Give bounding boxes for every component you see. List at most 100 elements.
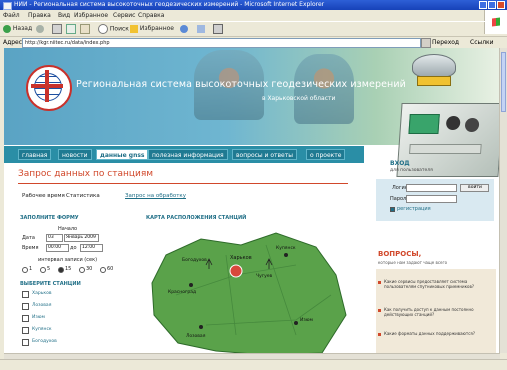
title-divider — [18, 183, 348, 184]
print-button[interactable] — [213, 24, 223, 34]
date-month-select[interactable]: Январь 2009 — [64, 234, 99, 242]
maximize-button[interactable] — [488, 1, 496, 9]
login-input[interactable] — [406, 184, 457, 192]
links-button[interactable]: Ссылки — [470, 38, 494, 47]
station-checkbox[interactable] — [22, 315, 29, 322]
stop-button[interactable] — [52, 24, 62, 34]
bullet-icon — [378, 309, 381, 312]
nav-home[interactable]: главная — [18, 149, 52, 160]
sidebar: ВХОД для пользователя Логин войти Пароль… — [372, 160, 500, 353]
interval-radio-60[interactable] — [100, 267, 106, 273]
site-title: Региональная система высокоточных геодез… — [76, 79, 406, 90]
home-button[interactable] — [80, 24, 90, 34]
station-map[interactable]: Харьков Богодухов Купянск Изюм Лозовая К… — [146, 225, 352, 353]
address-input[interactable]: http://kgr.niitec.ru/data/index.php — [22, 38, 421, 48]
gnss-antenna-base — [417, 76, 451, 86]
close-button[interactable] — [497, 1, 505, 9]
station-label: Богодухов — [32, 339, 57, 344]
stop-icon — [52, 24, 62, 34]
address-dropdown-icon[interactable] — [421, 38, 431, 48]
stations-title: ВЫБЕРИТЕ СТАНЦИИ — [20, 281, 81, 287]
station-marker-lozova[interactable] — [199, 325, 203, 329]
station-marker-izium[interactable] — [294, 321, 298, 325]
subtab-statistics[interactable]: Статистика — [66, 193, 100, 199]
favorites-icon — [130, 24, 138, 33]
site-logo[interactable] — [26, 65, 72, 111]
station-label: Лозовая — [32, 303, 52, 308]
time-label: Время — [22, 245, 39, 251]
main-column: Запрос данных по станциям Рабочее время … — [4, 163, 354, 353]
refresh-button[interactable] — [66, 24, 76, 34]
home-icon — [80, 24, 90, 34]
refresh-icon — [66, 24, 76, 34]
mail-button[interactable] — [197, 24, 205, 34]
interval-radio-30[interactable] — [79, 267, 85, 273]
question-link[interactable]: Как получить доступ к данным постоянно д… — [384, 307, 492, 317]
menu-view[interactable]: Вид — [58, 10, 70, 21]
login-submit-button[interactable]: войти — [460, 184, 489, 192]
nav-news[interactable]: новости — [58, 149, 92, 160]
password-input[interactable] — [406, 195, 457, 203]
vertical-scrollbar[interactable] — [499, 48, 507, 353]
login-title: ВХОД — [390, 160, 410, 167]
bullet-icon — [378, 281, 381, 284]
back-button[interactable]: Назад — [3, 24, 32, 34]
scroll-thumb[interactable] — [501, 52, 506, 112]
gnss-antenna-image — [412, 54, 456, 78]
status-bar — [0, 359, 507, 370]
interval-radio-1[interactable] — [22, 267, 28, 273]
menu-help[interactable]: Справка — [138, 10, 164, 21]
station-checkbox[interactable] — [22, 327, 29, 334]
time-from-select[interactable]: 00:00 — [46, 244, 69, 252]
station-marker-krasnohrad[interactable] — [189, 283, 193, 287]
toolbar: Назад Поиск Избранное — [0, 21, 485, 36]
time-to-select[interactable]: 12:00 — [80, 244, 103, 252]
window-title: НИИ - Региональная система высокоточных … — [14, 1, 325, 8]
login-panel: Логин войти Пароль регистрация — [376, 179, 494, 221]
station-checkbox[interactable] — [22, 291, 29, 298]
map-label: Харьков — [230, 255, 252, 261]
history-button[interactable] — [180, 24, 188, 34]
forward-button[interactable] — [36, 24, 44, 34]
browser-window: НИИ - Региональная система высокоточных … — [0, 0, 507, 370]
nav-faq[interactable]: вопросы и ответы — [232, 149, 297, 160]
station-label: Купянск — [32, 327, 52, 332]
interval-radio-5[interactable] — [40, 267, 46, 273]
register-link[interactable]: регистрация — [397, 206, 431, 212]
station-checkbox[interactable] — [22, 339, 29, 346]
map-label: Изюм — [300, 317, 313, 323]
subtab-work-time[interactable]: Рабочее время — [22, 193, 65, 199]
menu-tools[interactable]: Сервис — [113, 10, 135, 21]
menu-file[interactable]: Файл — [3, 10, 20, 21]
favorites-button[interactable]: Избранное — [130, 24, 174, 34]
time-to-label: до — [70, 245, 77, 251]
nav-gnss-data[interactable]: данные gnss — [96, 149, 149, 160]
forward-icon — [36, 24, 44, 33]
interval-radio-15[interactable] — [58, 267, 64, 273]
questions-title: ВОПРОСЫ, — [378, 250, 422, 258]
question-link[interactable]: Какие форматы данных поддерживаются? — [384, 331, 492, 336]
menu-edit[interactable]: Правка — [28, 10, 51, 21]
map-label: Купянск — [276, 245, 296, 251]
form-title: ЗАПОЛНИТЕ ФОРМУ — [20, 215, 79, 221]
main-nav: главная новости данные gnss полезная инф… — [4, 146, 500, 163]
search-button[interactable]: Поиск — [98, 24, 129, 34]
minimize-button[interactable] — [479, 1, 487, 9]
station-checkbox[interactable] — [22, 303, 29, 310]
menu-favorites[interactable]: Избранное — [74, 10, 108, 21]
address-label: Адрес — [3, 39, 23, 46]
map-label: Чугуев — [256, 273, 273, 279]
page-content: Региональная система высокоточных геодез… — [4, 48, 500, 353]
search-icon — [98, 24, 108, 34]
questions-panel: Какие сервисы предоставляет система поль… — [376, 269, 496, 353]
map-label: Богодухов — [182, 257, 207, 263]
question-link[interactable]: Какие сервисы предоставляет система поль… — [384, 279, 492, 289]
station-marker-kupiansk[interactable] — [284, 253, 288, 257]
nav-useful-info[interactable]: полезная информация — [148, 149, 228, 160]
nav-about[interactable]: о проекте — [306, 149, 346, 160]
subtab-processing-request[interactable]: Запрос на обработку — [125, 193, 186, 199]
window-controls — [479, 1, 505, 9]
date-day-select[interactable]: 03 — [46, 234, 63, 242]
go-button[interactable]: Переход — [432, 38, 459, 47]
station-marker-kharkiv[interactable] — [229, 264, 243, 278]
